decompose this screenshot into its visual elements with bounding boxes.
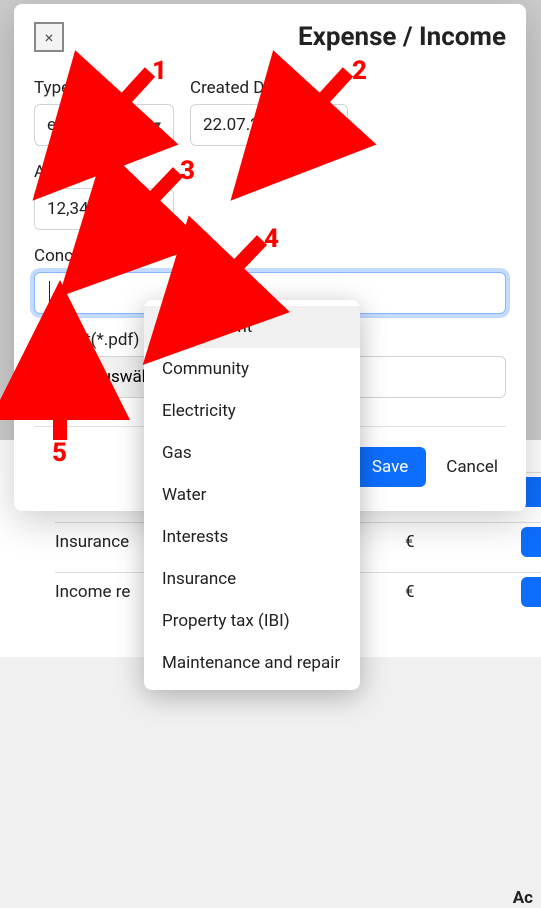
dropdown-item[interactable]: Income rent xyxy=(144,306,360,348)
bg-col-header: Ac xyxy=(513,888,533,908)
date-value: 22.07.2024 xyxy=(203,115,288,135)
annotation-number: 3 xyxy=(180,156,195,186)
calendar-icon xyxy=(319,117,335,133)
dropdown-item[interactable]: Interests xyxy=(144,516,360,558)
dropdown-item[interactable]: Maintenance and repair xyxy=(144,642,360,684)
dropdown-item[interactable]: Community xyxy=(144,348,360,390)
close-icon: × xyxy=(45,28,54,47)
dropdown-item[interactable]: Gas xyxy=(144,432,360,474)
amount-value: 12,34 € xyxy=(47,199,102,219)
dropdown-item[interactable]: Water xyxy=(144,474,360,516)
modal-title: Expense / Income xyxy=(298,22,506,52)
dropdown-item[interactable]: Insurance xyxy=(144,558,360,600)
created-date-label: Created Date xyxy=(190,78,348,98)
amount-label: Amount € xyxy=(34,162,174,182)
annotation-number: 1 xyxy=(152,56,167,86)
annotation-number: 4 xyxy=(264,224,279,254)
bg-action-button[interactable] xyxy=(521,577,541,607)
annotation-number: 5 xyxy=(52,438,67,468)
bg-action-button[interactable] xyxy=(521,527,541,557)
text-cursor xyxy=(49,281,50,305)
created-date-input[interactable]: 22.07.2024 xyxy=(190,104,348,146)
type-value: expense xyxy=(47,115,110,135)
concept-autocomplete-dropdown: Income rent Community Electricity Gas Wa… xyxy=(144,300,360,690)
close-button[interactable]: × xyxy=(34,22,64,52)
amount-input[interactable]: 12,34 € xyxy=(34,188,174,230)
save-button[interactable]: Save xyxy=(354,447,426,487)
dropdown-item[interactable]: Property tax (IBI) xyxy=(144,600,360,642)
chevron-down-icon: ▾ xyxy=(154,118,161,133)
type-select[interactable]: expense ▾ xyxy=(34,104,174,146)
dropdown-item[interactable]: Electricity xyxy=(144,390,360,432)
cancel-button[interactable]: Cancel xyxy=(438,447,506,487)
annotation-number: 2 xyxy=(352,56,367,86)
